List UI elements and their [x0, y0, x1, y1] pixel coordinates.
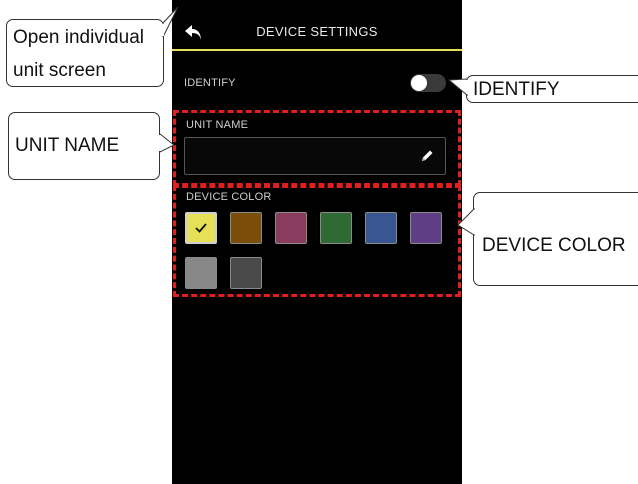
color-swatch-blue[interactable]	[365, 212, 397, 244]
color-swatch-green[interactable]	[320, 212, 352, 244]
callout-open-unit-line1: Open individual	[13, 27, 144, 48]
callout-open-unit-line2: unit screen	[13, 60, 106, 81]
color-swatch-magenta[interactable]	[275, 212, 307, 244]
callout-unit-name-text: UNIT NAME	[15, 135, 120, 156]
header-accent-line	[172, 49, 462, 51]
callout-unit-name: UNIT NAME	[8, 112, 160, 180]
callout-identify: IDENTIFY	[466, 75, 638, 103]
callout-device-color: DEVICE COLOR	[473, 192, 638, 286]
device-settings-screen: DEVICE SETTINGS IDENTIFY UNIT NAME DEVIC…	[172, 0, 462, 484]
color-swatch-yellow[interactable]	[185, 212, 217, 244]
header: DEVICE SETTINGS	[172, 0, 462, 51]
check-icon	[187, 214, 215, 242]
identify-toggle[interactable]	[410, 74, 446, 92]
callout-identify-text: IDENTIFY	[473, 79, 560, 100]
page-title: DEVICE SETTINGS	[256, 24, 378, 39]
callout-device-color-tail	[457, 207, 475, 236]
color-swatch-purple[interactable]	[410, 212, 442, 244]
callout-open-unit-tail	[162, 6, 179, 38]
callout-device-color-text: DEVICE COLOR	[482, 235, 626, 256]
color-swatch-dark-gray[interactable]	[230, 257, 262, 289]
callout-open-unit-screen: Open individual unit screen	[6, 19, 164, 87]
callout-identify-tail	[447, 78, 468, 97]
color-swatch-light-gray[interactable]	[185, 257, 217, 289]
identify-label: IDENTIFY	[184, 77, 236, 89]
unit-name-highlight	[173, 110, 461, 186]
toggle-knob	[411, 75, 427, 91]
callout-unit-name-tail	[159, 132, 175, 153]
color-swatch-orange[interactable]	[230, 212, 262, 244]
